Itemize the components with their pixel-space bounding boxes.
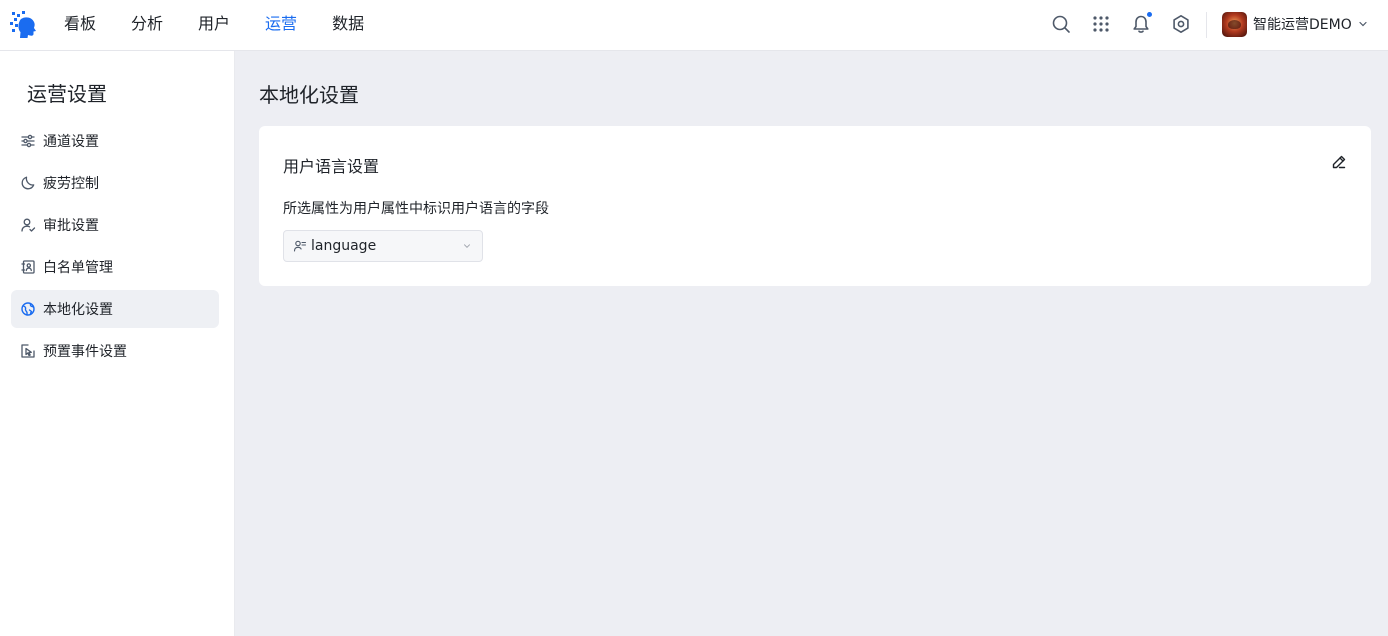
contact-card-icon [20,259,36,275]
nav-item-users[interactable]: 用户 [198,0,230,50]
bell-icon[interactable] [1131,11,1153,34]
select-value: language [311,238,377,254]
user-language-card: 用户语言设置 所选属性为用户属性中标识用户语言的字段 language [259,126,1371,286]
account-name: 智能运营DEMO [1253,17,1352,33]
sidebar-item-channel-settings[interactable]: 通道设置 [11,122,219,160]
user-check-icon [20,217,36,233]
apps-grid-icon[interactable] [1091,14,1111,34]
pencil-icon [1332,155,1346,169]
nav-item-data[interactable]: 数据 [332,0,364,50]
sidebar-item-approval-settings[interactable]: 审批设置 [11,206,219,244]
page-title: 本地化设置 [259,83,359,107]
notification-dot [1146,11,1153,18]
sidebar-item-preset-events[interactable]: 预置事件设置 [11,332,219,370]
sidebar-item-label: 通道设置 [43,134,99,150]
edit-button[interactable] [1329,152,1349,172]
main-content: 本地化设置 用户语言设置 所选属性为用户属性中标识用户语言的字段 languag… [235,51,1388,636]
moon-icon [20,175,36,191]
card-title: 用户语言设置 [283,157,380,176]
sidebar-item-whitelist[interactable]: 白名单管理 [11,248,219,286]
account-switcher[interactable]: 智能运营DEMO [1222,11,1368,37]
globe-icon [20,301,36,317]
user-attribute-icon [293,239,307,253]
sidebar-item-label: 审批设置 [43,218,99,234]
search-icon[interactable] [1051,14,1071,34]
chevron-down-icon [1359,21,1367,27]
language-attribute-select[interactable]: language [283,230,483,262]
avatar [1222,11,1247,37]
sliders-icon [20,133,36,149]
field-description: 所选属性为用户属性中标识用户语言的字段 [283,201,549,217]
sidebar-item-label: 白名单管理 [43,260,113,276]
gear-icon[interactable] [1171,14,1191,34]
sidebar: 运营设置 通道设置 疲劳控制 审批设置 白名单管理 本地化设置 预置事件设置 [0,51,235,636]
nav-item-operations[interactable]: 运营 [265,0,297,50]
sidebar-item-label: 预置事件设置 [43,344,127,360]
chevron-down-icon [462,241,472,251]
logo-icon[interactable] [10,10,38,38]
sidebar-item-fatigue-control[interactable]: 疲劳控制 [11,164,219,202]
nav-item-dashboard[interactable]: 看板 [64,0,96,50]
sidebar-item-label: 疲劳控制 [43,176,99,192]
event-cursor-icon [20,343,36,359]
nav-item-analysis[interactable]: 分析 [131,0,163,50]
top-bar: 看板 分析 用户 运营 数据 智能运营DEMO [0,0,1388,51]
header-divider [1206,12,1207,38]
sidebar-title: 运营设置 [27,82,107,106]
sidebar-item-localization[interactable]: 本地化设置 [11,290,219,328]
main-nav: 看板 分析 用户 运营 数据 [64,0,399,50]
sidebar-item-label: 本地化设置 [43,302,113,318]
